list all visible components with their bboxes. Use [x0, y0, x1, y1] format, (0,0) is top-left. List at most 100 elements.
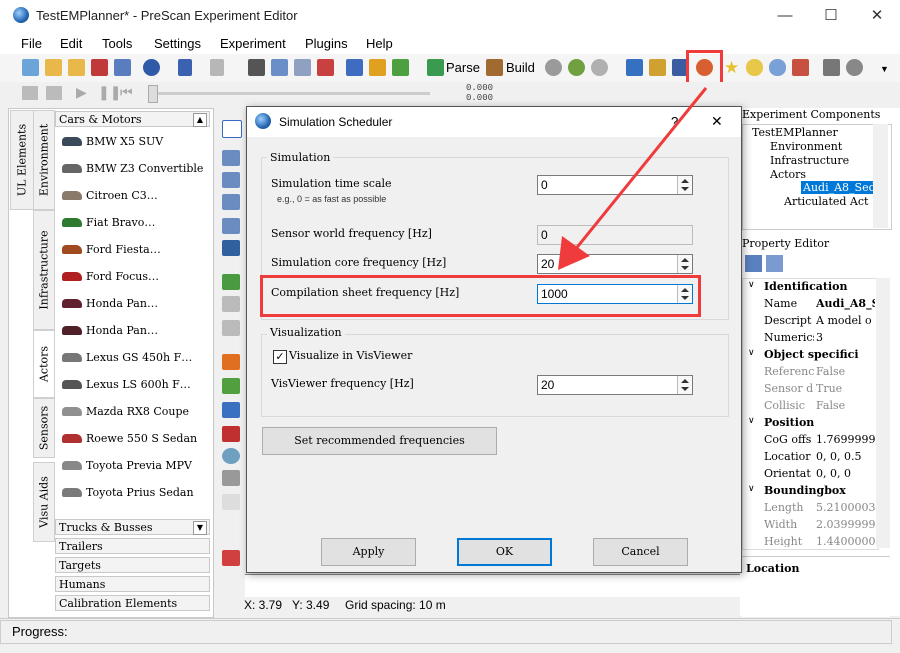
- property-row[interactable]: Sensor d True: [742, 381, 875, 398]
- property-scrollbar[interactable]: [876, 278, 890, 548]
- property-row[interactable]: Collisic False: [742, 398, 875, 415]
- property-value[interactable]: Audi_A8_S: [816, 297, 875, 310]
- build-icon[interactable]: [486, 59, 503, 76]
- menu-plugins[interactable]: Plugins: [305, 36, 348, 51]
- tree-node-actors[interactable]: Actors: [770, 168, 806, 181]
- category-targets[interactable]: Targets: [55, 557, 210, 573]
- tree-node-environment[interactable]: Environment: [770, 140, 842, 153]
- tab-sensors[interactable]: Sensors: [33, 398, 55, 458]
- property-section[interactable]: ∨ Identification: [742, 279, 875, 296]
- section-toggle-icon[interactable]: ∨: [748, 484, 755, 494]
- pencil-icon[interactable]: [392, 59, 409, 76]
- tab-infrastructure[interactable]: Infrastructure: [33, 210, 55, 330]
- property-value[interactable]: 3: [816, 331, 875, 344]
- category-trailers[interactable]: Trailers: [55, 538, 210, 554]
- categorized-icon[interactable]: [745, 255, 762, 272]
- apply-button[interactable]: Apply: [321, 538, 416, 566]
- ruler-icon[interactable]: [626, 59, 643, 76]
- property-section[interactable]: ∨ Position: [742, 415, 875, 432]
- collapse-arrow-icon[interactable]: ▲: [193, 113, 207, 127]
- zoom-in-icon[interactable]: [222, 172, 240, 188]
- menu-tools[interactable]: Tools: [102, 36, 132, 51]
- visualize-checkbox[interactable]: ✓: [273, 350, 287, 364]
- property-value[interactable]: 5.2100003: [816, 501, 875, 514]
- menu-experiment[interactable]: Experiment: [220, 36, 286, 51]
- cancel-button[interactable]: Cancel: [593, 538, 688, 566]
- property-row[interactable]: Orientat 0, 0, 0: [742, 466, 875, 483]
- tree-node-articulated[interactable]: Articulated Act: [784, 195, 868, 208]
- delete-icon[interactable]: [317, 59, 334, 76]
- menu-file[interactable]: File: [21, 36, 42, 51]
- select-all-icon[interactable]: [346, 59, 363, 76]
- layout-icon[interactable]: [823, 59, 840, 76]
- curve-icon[interactable]: [222, 296, 240, 312]
- property-row[interactable]: Numerics 3: [742, 330, 875, 347]
- zoom-icon[interactable]: [222, 150, 240, 166]
- property-section[interactable]: ∨ Boundingbox: [742, 483, 875, 500]
- spin-arrows-icon[interactable]: [677, 376, 692, 394]
- section-toggle-icon[interactable]: ∨: [748, 348, 755, 358]
- property-value[interactable]: 0, 0, 0: [816, 467, 875, 480]
- cut-icon[interactable]: [248, 59, 265, 76]
- save-icon[interactable]: [91, 59, 108, 76]
- speed-profile-icon[interactable]: [222, 378, 240, 394]
- regenerate-icon[interactable]: [545, 59, 562, 76]
- property-value[interactable]: 2.0399999: [816, 518, 875, 531]
- property-value[interactable]: 1.7699999: [816, 433, 875, 446]
- visviewer-freq-input[interactable]: 20: [537, 375, 693, 395]
- step-back-icon[interactable]: [46, 86, 62, 100]
- draw-path-icon[interactable]: [222, 274, 240, 290]
- menu-settings[interactable]: Settings: [154, 36, 201, 51]
- undo-icon[interactable]: [178, 59, 192, 76]
- paste-icon[interactable]: [294, 59, 311, 76]
- open-icon[interactable]: [45, 59, 62, 76]
- play-icon[interactable]: ▶: [76, 84, 87, 101]
- parse-button[interactable]: Parse: [446, 60, 480, 75]
- chart-icon[interactable]: [792, 59, 809, 76]
- tab-ul-elements[interactable]: UL Elements: [10, 110, 34, 210]
- property-row[interactable]: Height 1.4400000: [742, 534, 875, 547]
- pause-icon[interactable]: ❚❚: [98, 84, 121, 101]
- category-trucks-busses[interactable]: Trucks & Busses ▼: [55, 519, 210, 535]
- property-row[interactable]: CoG offs 1.7699999: [742, 432, 875, 449]
- tree-node-infrastructure[interactable]: Infrastructure: [770, 154, 849, 167]
- run-icon[interactable]: [568, 59, 585, 76]
- save-all-icon[interactable]: [114, 59, 131, 76]
- maximize-button[interactable]: ☐: [808, 0, 854, 32]
- minimize-button[interactable]: —: [762, 0, 808, 32]
- copy-icon[interactable]: [271, 59, 288, 76]
- zoom-out-icon[interactable]: [222, 194, 240, 210]
- menu-edit[interactable]: Edit: [60, 36, 82, 51]
- property-row[interactable]: Locatior 0, 0, 0.5: [742, 449, 875, 466]
- sort-az-icon[interactable]: [766, 255, 783, 272]
- build-button[interactable]: Build: [506, 60, 535, 75]
- ok-button[interactable]: OK: [457, 538, 552, 566]
- color-tool-icon[interactable]: [222, 550, 240, 566]
- tab-environment[interactable]: Environment: [33, 110, 55, 210]
- tree-scrollbar[interactable]: [873, 124, 888, 228]
- menu-help[interactable]: Help: [366, 36, 393, 51]
- rain-icon[interactable]: [769, 59, 786, 76]
- timeline-slider[interactable]: [150, 92, 430, 95]
- star-icon[interactable]: ★: [724, 58, 739, 78]
- property-row[interactable]: Width 2.0399999: [742, 517, 875, 534]
- measure-icon[interactable]: [649, 59, 666, 76]
- property-value[interactable]: 0, 0, 0.5: [816, 450, 875, 463]
- category-cars-motors[interactable]: Cars & Motors ▲: [55, 111, 210, 127]
- property-value[interactable]: 1.4400000: [816, 535, 875, 547]
- parse-icon[interactable]: [427, 59, 444, 76]
- hatch-tool-icon[interactable]: [222, 494, 240, 510]
- property-value[interactable]: False: [816, 365, 875, 378]
- tab-visu-aids[interactable]: Visu Aids: [33, 462, 55, 542]
- expand-arrow-icon[interactable]: ▼: [193, 521, 207, 535]
- property-row[interactable]: Descript A model o: [742, 313, 875, 330]
- category-humans[interactable]: Humans: [55, 576, 210, 592]
- section-toggle-icon[interactable]: ∨: [748, 416, 755, 426]
- rewind-icon[interactable]: ⏮: [120, 84, 133, 101]
- timeline-handle[interactable]: [148, 85, 158, 103]
- property-section[interactable]: ∨ Object specifici: [742, 347, 875, 364]
- close-window-button[interactable]: ✕: [854, 0, 900, 32]
- category-calibration[interactable]: Calibration Elements: [55, 595, 210, 611]
- property-value[interactable]: True: [816, 382, 875, 395]
- weather-icon[interactable]: [746, 59, 763, 76]
